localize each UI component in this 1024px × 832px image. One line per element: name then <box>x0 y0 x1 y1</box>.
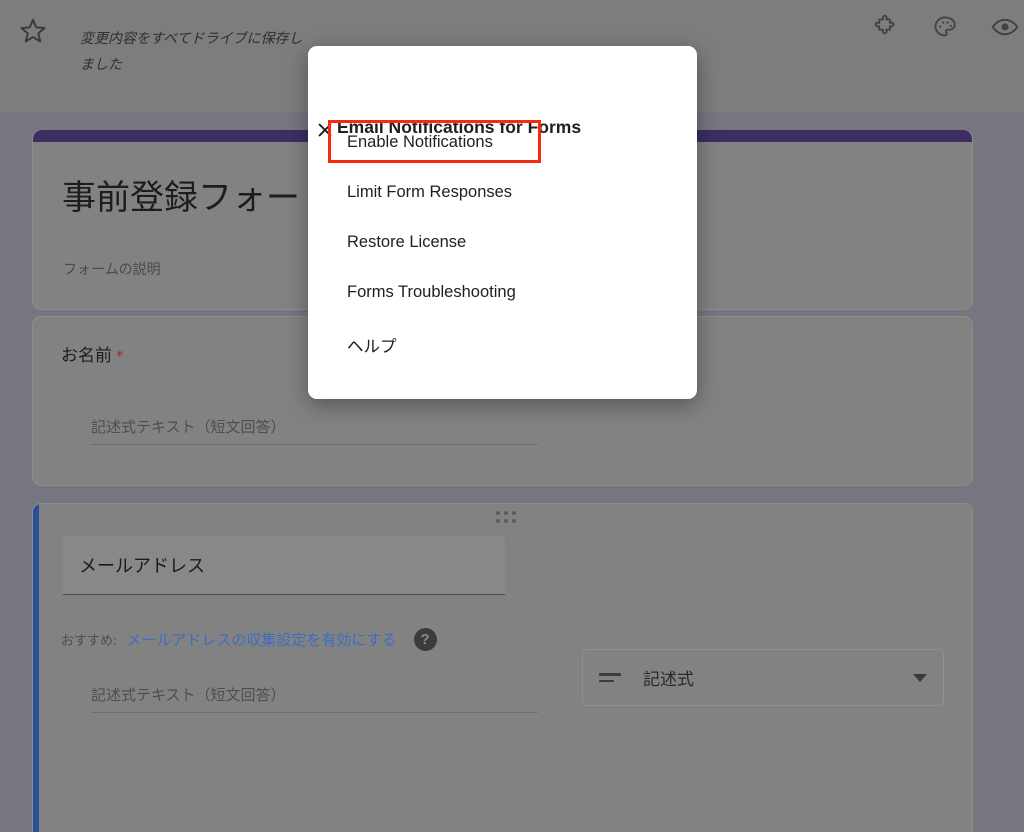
addons-puzzle-icon[interactable] <box>868 10 902 44</box>
email-notifications-dialog: Email Notifications for Forms Enable Not… <box>308 46 697 399</box>
menu-item-restore-license[interactable]: Restore License <box>347 233 466 252</box>
suggestion-link[interactable]: メールアドレスの収集設定を有効にする <box>126 629 396 650</box>
question-type-dropdown[interactable]: 記述式 <box>582 649 944 706</box>
close-icon[interactable] <box>308 113 342 147</box>
page-title[interactable]: 事前登録フォー <box>62 170 300 219</box>
form-description[interactable]: フォームの説明 <box>63 259 161 279</box>
required-asterisk: * <box>116 347 124 365</box>
menu-item-help[interactable]: ヘルプ <box>347 333 397 357</box>
chevron-down-icon[interactable] <box>913 673 927 682</box>
question-2-answer-placeholder: 記述式テキスト（短文回答） <box>91 686 286 704</box>
question-2-title-field[interactable]: メールアドレス <box>63 536 505 595</box>
menu-item-limit-form-responses[interactable]: Limit Form Responses <box>347 183 512 202</box>
question-card-2[interactable]: メールアドレス おすすめ: メールアドレスの収集設定を有効にする ? 記述式テキ… <box>32 503 973 832</box>
suggestion-prefix-label: おすすめ: <box>61 634 118 649</box>
theme-palette-icon[interactable] <box>928 10 962 44</box>
question-1-answer-rule <box>91 444 538 445</box>
menu-item-enable-notifications[interactable]: Enable Notifications <box>347 133 493 152</box>
help-icon[interactable]: ? <box>413 628 437 651</box>
screen-root: 変更内容をすべてドライブに保存しました 事前登録フォー フォームの説明 お名前 … <box>0 0 1024 832</box>
question-2-title: メールアドレス <box>79 556 205 577</box>
short-answer-icon <box>599 673 623 682</box>
question-2-suggestion-row: おすすめ: メールアドレスの収集設定を有効にする ? <box>61 628 437 651</box>
drag-handle-icon[interactable] <box>496 511 516 523</box>
question-2-accent-bar <box>33 504 39 832</box>
question-1-answer-placeholder: 記述式テキスト（短文回答） <box>91 418 286 436</box>
question-1-label: お名前 * <box>61 341 124 366</box>
question-type-label: 記述式 <box>643 670 694 690</box>
question-1-title: お名前 <box>61 346 112 366</box>
menu-item-forms-troubleshooting[interactable]: Forms Troubleshooting <box>347 283 516 302</box>
question-2-answer-rule <box>91 712 538 713</box>
star-icon[interactable] <box>18 16 48 46</box>
preview-eye-icon[interactable] <box>988 10 1022 44</box>
header-icon-group <box>868 10 1024 44</box>
save-status-text: 変更内容をすべてドライブに保存しました <box>80 31 303 73</box>
